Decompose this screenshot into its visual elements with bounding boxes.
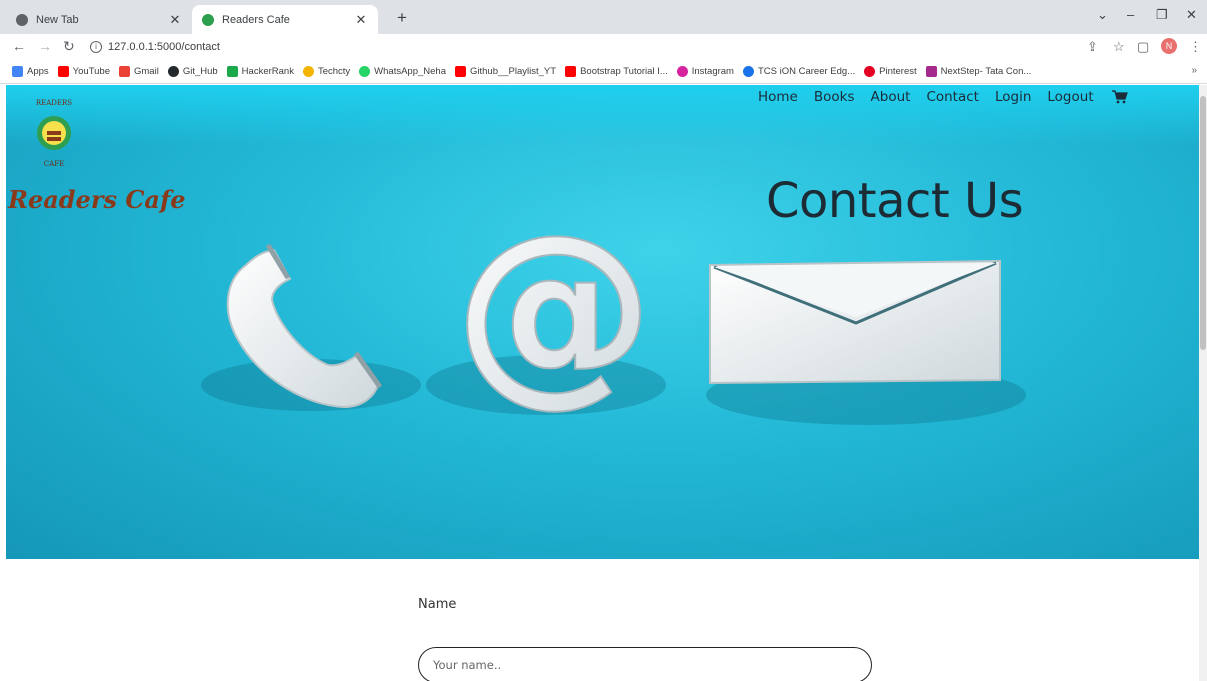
browser-tab-strip: New Tab ✕ Readers Cafe ✕ + ⌄ – ❐ ✕ bbox=[0, 0, 1207, 34]
bookmark-star-icon[interactable]: ☆ bbox=[1113, 39, 1125, 55]
nav-contact-link[interactable]: Contact bbox=[926, 89, 979, 105]
power-icon bbox=[742, 66, 754, 77]
pinterest-icon bbox=[864, 66, 876, 77]
chrome-icon bbox=[16, 13, 28, 26]
bookmark-gmail[interactable]: Gmail bbox=[119, 66, 159, 77]
bookmark-label: Instagram bbox=[691, 66, 734, 77]
tab-search-chevron-icon[interactable]: ⌄ bbox=[1097, 7, 1108, 23]
scrollbar-thumb[interactable] bbox=[1200, 96, 1206, 350]
cart-icon[interactable] bbox=[1111, 90, 1128, 104]
svg-text:@: @ bbox=[454, 192, 654, 425]
bookmark-techcty[interactable]: Techcty bbox=[302, 66, 351, 77]
hero-banner: @ READERS CAFE Readers Cafe Home Books A… bbox=[6, 85, 1199, 559]
contact-form: Name bbox=[418, 595, 878, 681]
tab-title: Readers Cafe bbox=[222, 13, 290, 26]
close-window-icon[interactable]: ✕ bbox=[1186, 7, 1197, 23]
bookmark-label: Apps bbox=[27, 66, 49, 77]
techcty-icon bbox=[302, 66, 314, 77]
svg-text:CAFE: CAFE bbox=[44, 160, 64, 168]
bookmark-label: TCS iON Career Edg... bbox=[757, 66, 856, 77]
contact-artwork: @ bbox=[201, 191, 1026, 426]
bookmark-label: Techcty bbox=[317, 66, 351, 77]
nav-home-link[interactable]: Home bbox=[758, 89, 798, 105]
nav-about-link[interactable]: About bbox=[871, 89, 911, 105]
page-title: Contact Us bbox=[766, 173, 1024, 229]
forward-arrow-icon[interactable]: → bbox=[38, 38, 52, 54]
page-viewport: @ READERS CAFE Readers Cafe Home Books A… bbox=[0, 85, 1199, 681]
nav-logout-link[interactable]: Logout bbox=[1047, 89, 1093, 105]
bookmarks-bar: Apps YouTube Gmail Git_Hub HackerRank Te… bbox=[0, 60, 1207, 84]
site-navbar: Home Books About Contact Login Logout bbox=[758, 89, 1128, 105]
bookmark-tcs-ion[interactable]: TCS iON Career Edg... bbox=[742, 66, 856, 77]
address-bar[interactable]: i 127.0.0.1:5000/contact bbox=[90, 36, 1090, 58]
more-bookmarks-icon[interactable]: » bbox=[1191, 65, 1197, 76]
bookmark-bootstrap[interactable]: Bootstrap Tutorial I... bbox=[565, 66, 668, 77]
youtube-icon bbox=[57, 66, 69, 77]
bookmark-label: Pinterest bbox=[879, 66, 917, 77]
back-arrow-icon[interactable]: ← bbox=[12, 38, 26, 54]
side-panel-icon[interactable]: ▢ bbox=[1137, 39, 1149, 55]
reload-icon[interactable]: ↻ bbox=[63, 38, 75, 55]
bookmark-label: Bootstrap Tutorial I... bbox=[580, 66, 668, 77]
brand-name[interactable]: Readers Cafe bbox=[8, 185, 186, 214]
tcs-icon bbox=[925, 66, 937, 77]
bookmark-pinterest[interactable]: Pinterest bbox=[864, 66, 917, 77]
youtube-icon bbox=[565, 66, 577, 77]
browser-toolbar: ← → ↻ i 127.0.0.1:5000/contact ⇪ ☆ ▢ ⋮ bbox=[0, 34, 1207, 60]
bookmark-instagram[interactable]: Instagram bbox=[676, 66, 734, 77]
name-label: Name bbox=[418, 597, 457, 612]
hackerrank-icon bbox=[226, 66, 238, 77]
name-input[interactable] bbox=[418, 647, 872, 681]
at-sign-icon: @ bbox=[453, 191, 655, 426]
envelope-icon bbox=[709, 259, 1001, 385]
svg-text:READERS: READERS bbox=[36, 99, 72, 107]
bookmark-hackerrank[interactable]: HackerRank bbox=[226, 66, 294, 77]
close-tab-icon[interactable]: ✕ bbox=[354, 12, 368, 28]
bookmark-youtube[interactable]: YouTube bbox=[57, 66, 110, 77]
site-info-icon[interactable]: i bbox=[90, 41, 102, 53]
new-tab-plus-icon[interactable]: + bbox=[397, 8, 407, 28]
share-icon[interactable]: ⇪ bbox=[1087, 39, 1098, 55]
whatsapp-icon bbox=[359, 66, 371, 77]
youtube-icon bbox=[455, 66, 466, 77]
menu-kebab-icon[interactable]: ⋮ bbox=[1189, 39, 1202, 55]
tab-title: New Tab bbox=[36, 13, 79, 26]
bookmark-label: HackerRank bbox=[241, 66, 294, 77]
minimize-icon[interactable]: – bbox=[1127, 7, 1134, 22]
bookmark-label: NextStep- Tata Con... bbox=[940, 66, 1032, 77]
bookmark-nextstep[interactable]: NextStep- Tata Con... bbox=[925, 66, 1032, 77]
bookmark-label: YouTube bbox=[72, 66, 110, 77]
bookmark-github-playlist[interactable]: Github__Playlist_YT bbox=[455, 66, 556, 77]
bookmark-github[interactable]: Git_Hub bbox=[167, 66, 218, 77]
bookmark-label: Git_Hub bbox=[182, 66, 218, 77]
instagram-icon bbox=[676, 66, 688, 77]
readers-cafe-logo: READERS CAFE bbox=[36, 99, 72, 168]
gmail-icon bbox=[119, 66, 130, 77]
github-icon bbox=[167, 66, 179, 77]
bookmark-label: Github__Playlist_YT bbox=[470, 66, 557, 77]
bookmark-whatsapp[interactable]: WhatsApp_Neha bbox=[359, 66, 446, 77]
nav-books-link[interactable]: Books bbox=[814, 89, 855, 105]
nav-login-link[interactable]: Login bbox=[995, 89, 1031, 105]
restore-icon[interactable]: ❐ bbox=[1156, 7, 1168, 23]
bookmark-apps[interactable]: Apps bbox=[12, 66, 49, 77]
close-tab-icon[interactable]: ✕ bbox=[168, 12, 182, 28]
tab-readers-cafe[interactable]: Readers Cafe ✕ bbox=[192, 5, 378, 34]
profile-avatar[interactable]: N bbox=[1161, 38, 1177, 54]
url-text: 127.0.0.1:5000/contact bbox=[108, 41, 220, 53]
apps-grid-icon bbox=[12, 66, 23, 77]
bookmark-label: Gmail bbox=[134, 66, 159, 77]
site-favicon-icon bbox=[202, 13, 214, 26]
tab-new-tab[interactable]: New Tab ✕ bbox=[6, 5, 192, 34]
bookmark-label: WhatsApp_Neha bbox=[374, 66, 446, 77]
